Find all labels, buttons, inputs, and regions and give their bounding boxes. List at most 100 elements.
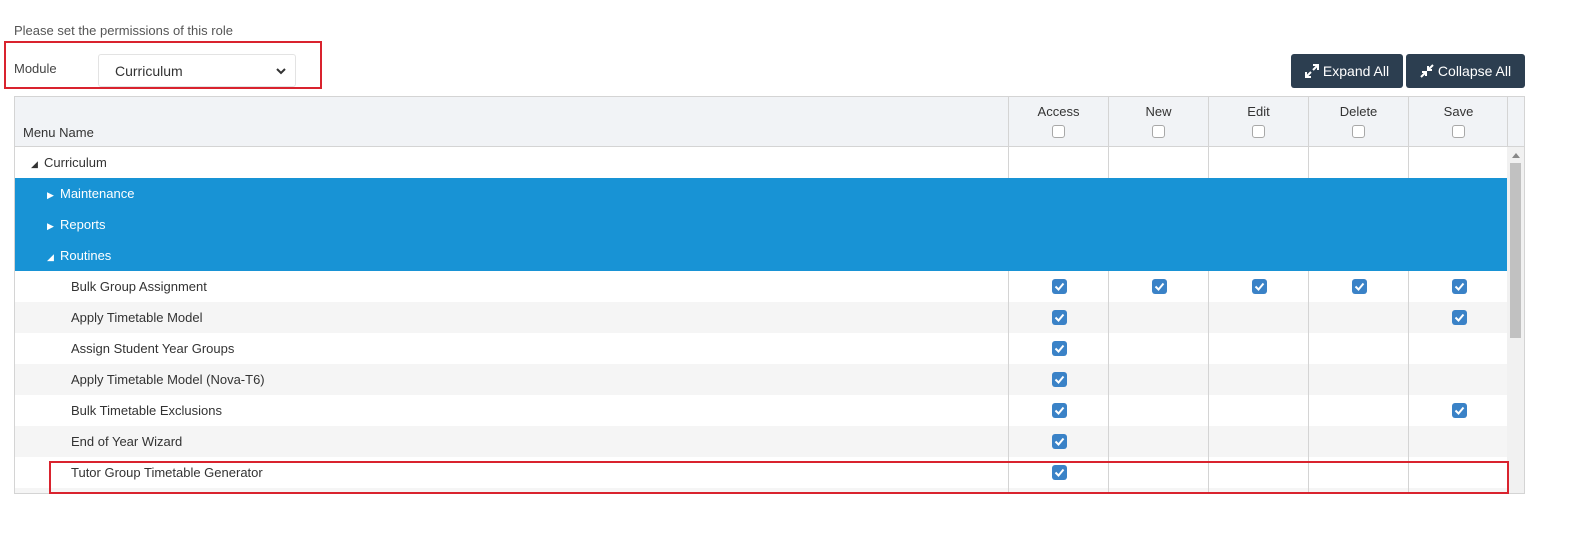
menu-item-label: Curriculum [44, 155, 107, 170]
row-highlight-box [49, 461, 1509, 494]
table-row[interactable]: ◢ Routines [15, 240, 1507, 271]
permission-cell-delete [1308, 364, 1408, 395]
permission-cell-access [1008, 147, 1108, 178]
expand-arrow-icon[interactable]: ▶ [47, 180, 55, 211]
permissions-grid: Menu Name Access New Edit Delete Save ◢ Curri… [14, 96, 1525, 494]
menu-item-label: Reports [60, 217, 106, 232]
column-header-edit: Edit [1208, 97, 1308, 146]
menu-name-cell: Assign Student Year Groups [71, 333, 234, 364]
vertical-scrollbar[interactable] [1507, 147, 1524, 493]
table-row[interactable]: Apply Timetable Model (Nova-T6) [15, 364, 1507, 395]
permission-cell-save [1408, 271, 1507, 302]
checked-checkbox[interactable] [1252, 279, 1267, 294]
permission-cell-delete [1308, 395, 1408, 426]
collapse-all-button[interactable]: Collapse All [1406, 54, 1525, 88]
expand-all-button[interactable]: Expand All [1291, 54, 1403, 88]
checked-checkbox[interactable] [1052, 279, 1067, 294]
column-header-delete: Delete [1308, 97, 1408, 146]
permission-cell-new [1108, 178, 1208, 209]
permission-cell-save [1408, 333, 1507, 364]
menu-item-label: Bulk Timetable Exclusions [71, 403, 223, 418]
expand-all-label: Expand All [1322, 63, 1390, 79]
collapse-icon [1420, 64, 1434, 78]
table-row[interactable]: ▶ Reports [15, 209, 1507, 240]
checked-checkbox[interactable] [1052, 372, 1067, 387]
table-row[interactable]: ◢ Curriculum [15, 147, 1507, 178]
permission-cell-save [1408, 426, 1507, 457]
permission-cell-access [1008, 178, 1108, 209]
permission-cell-edit [1208, 395, 1308, 426]
menu-name-cell[interactable]: ▶ Maintenance [47, 178, 134, 209]
permission-cell-access [1008, 302, 1108, 333]
select-all-edit-checkbox[interactable] [1252, 125, 1265, 138]
module-label: Module [14, 61, 57, 76]
permission-cell-access [1008, 240, 1108, 271]
permission-cell-save [1408, 147, 1507, 178]
collapse-arrow-icon[interactable]: ◢ [31, 149, 39, 180]
table-row[interactable]: Assign Student Year Groups [15, 333, 1507, 364]
expand-arrow-icon[interactable]: ▶ [47, 211, 55, 242]
menu-name-header: Menu Name [23, 125, 94, 140]
scroll-thumb[interactable] [1510, 163, 1521, 338]
header-scroll-spacer [1507, 97, 1524, 146]
permission-cell-edit [1208, 364, 1308, 395]
permission-cell-delete [1308, 178, 1408, 209]
permission-cell-access [1008, 271, 1108, 302]
permission-cell-delete [1308, 147, 1408, 178]
permission-cell-save [1408, 240, 1507, 271]
column-header-access: Access [1008, 97, 1108, 146]
expand-icon [1304, 64, 1319, 78]
checked-checkbox[interactable] [1152, 279, 1167, 294]
permission-cell-edit [1208, 333, 1308, 364]
grid-body: ◢ Curriculum ▶ Maintenance ▶ Reports ◢ Routines… [15, 147, 1507, 493]
table-row[interactable]: ▶ Maintenance [15, 178, 1507, 209]
menu-name-cell: End of Year Wizard [71, 426, 182, 457]
table-row[interactable]: End of Year Wizard [15, 426, 1507, 457]
checked-checkbox[interactable] [1052, 310, 1067, 325]
permission-cell-edit [1208, 147, 1308, 178]
table-row[interactable]: Bulk Timetable Exclusions [15, 395, 1507, 426]
table-row[interactable]: Bulk Group Assignment [15, 271, 1507, 302]
permission-cell-edit [1208, 426, 1308, 457]
permission-cell-delete [1308, 333, 1408, 364]
permission-cell-new [1108, 333, 1208, 364]
permission-cell-delete [1308, 240, 1408, 271]
module-select[interactable]: Curriculum [98, 54, 296, 87]
select-all-save-checkbox[interactable] [1452, 125, 1465, 138]
checked-checkbox[interactable] [1452, 310, 1467, 325]
column-header-label: New [1145, 104, 1172, 119]
menu-name-cell[interactable]: ▶ Reports [47, 209, 106, 240]
permission-cell-new [1108, 209, 1208, 240]
checked-checkbox[interactable] [1052, 341, 1067, 356]
checked-checkbox[interactable] [1352, 279, 1367, 294]
permission-cell-access [1008, 333, 1108, 364]
permission-cell-save [1408, 209, 1507, 240]
module-selected-value: Curriculum [115, 62, 183, 79]
menu-name-cell: Bulk Group Assignment [71, 271, 207, 302]
permission-cell-edit [1208, 271, 1308, 302]
select-all-access-checkbox[interactable] [1052, 125, 1065, 138]
permission-cell-save [1408, 395, 1507, 426]
permission-cell-new [1108, 302, 1208, 333]
instruction-text: Please set the permissions of this role [14, 23, 233, 38]
checked-checkbox[interactable] [1452, 279, 1467, 294]
permission-cell-new [1108, 147, 1208, 178]
menu-name-cell: Bulk Timetable Exclusions [71, 395, 222, 426]
checked-checkbox[interactable] [1052, 434, 1067, 449]
select-all-delete-checkbox[interactable] [1352, 125, 1365, 138]
checked-checkbox[interactable] [1452, 403, 1467, 418]
menu-name-cell: Apply Timetable Model (Nova-T6) [71, 364, 265, 395]
menu-name-cell[interactable]: ◢ Curriculum [31, 147, 107, 178]
menu-name-cell[interactable]: ◢ Routines [47, 240, 111, 271]
select-all-new-checkbox[interactable] [1152, 125, 1165, 138]
menu-item-label: Apply Timetable Model (Nova-T6) [71, 372, 265, 387]
permission-cell-new [1108, 271, 1208, 302]
permission-cell-new [1108, 426, 1208, 457]
column-header-label: Access [1037, 104, 1080, 119]
checked-checkbox[interactable] [1052, 403, 1067, 418]
menu-item-label: End of Year Wizard [71, 434, 183, 449]
collapse-arrow-icon[interactable]: ◢ [47, 242, 55, 273]
column-header-label: Save [1443, 104, 1474, 119]
table-row[interactable]: Apply Timetable Model [15, 302, 1507, 333]
scroll-up-icon[interactable] [1512, 153, 1520, 158]
